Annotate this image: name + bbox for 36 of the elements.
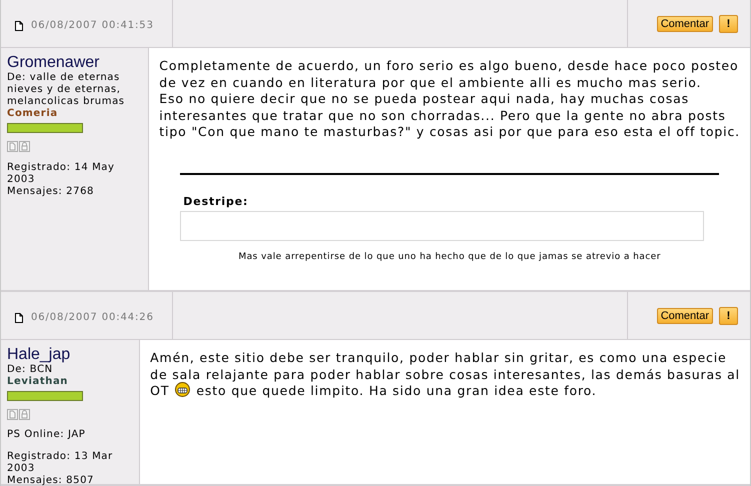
author-rank: Comeria	[7, 108, 59, 120]
author-info: PS Online: JAP	[7, 429, 86, 441]
report-button[interactable]: !	[719, 14, 738, 32]
report-button[interactable]: !	[719, 306, 738, 324]
author-name[interactable]: Gromenawer	[7, 54, 142, 72]
registration-date: Registrado: 14 May 2003	[7, 162, 116, 186]
post-date: 06/08/2007 00:44:26	[31, 312, 154, 323]
registration-date: Registrado: 13 Mar 2003	[7, 451, 114, 475]
author-rank: Leviathan	[7, 376, 70, 388]
profile-icon[interactable]	[7, 141, 18, 152]
message-text: esto que quede limpito. Ha sido una gran idea este foro.	[196, 383, 597, 400]
spoiler-box[interactable]	[180, 210, 704, 240]
message-count: Mensajes: 8507	[7, 475, 95, 486]
lock-icon[interactable]	[19, 409, 30, 420]
message-text: interesantes que tratar que no son chorradas... Pero que la gente no abra posts	[159, 108, 726, 124]
message-text: Amén, este sitio debe ser tranquilo, poder hablar sin gritar, es como una especie	[150, 350, 727, 366]
signature-text: Mas vale arrepentirse de lo que uno ha hecho que de lo que jamas se atrevio a hacer	[237, 250, 662, 262]
comment-button[interactable]: Comentar	[656, 16, 713, 32]
profile-icon[interactable]	[7, 409, 18, 420]
spoiler-label: Destripe:	[183, 194, 250, 208]
page-icon	[15, 312, 23, 322]
message-text: tipo "Con que mano te masturbas?" y cosas asi por que para eso esta el off topic.	[159, 124, 740, 140]
message-text: Completamente de acuerdo, un foro serio es algo bueno, desde hace poco posteo	[159, 58, 738, 74]
grinning-smiley-icon	[175, 382, 190, 397]
post-date: 06/08/2007 00:41:53	[31, 20, 154, 31]
message-text: de sala relajante para poder hablar sobre cosas interesantes, las demás basuras al	[150, 366, 740, 383]
author-name[interactable]: Hale_jap	[7, 346, 134, 364]
author-location: De: BCN	[7, 364, 54, 376]
comment-button[interactable]: Comentar	[656, 308, 713, 324]
page-icon	[15, 20, 23, 30]
message-text: OT	[150, 383, 170, 400]
author-location: De: valle de eternas nieves y de eternas, melancolicas brumas	[7, 72, 126, 108]
message-text: Eso no quiere decir que no se pueda postear aqui nada, hay muchas cosas	[159, 91, 689, 108]
message-count: Mensajes: 2768	[7, 186, 95, 198]
lock-icon[interactable]	[19, 141, 30, 152]
message-text: de vez en cuando en literatura por que el ambiente alli es mucho mas serio.	[159, 74, 702, 91]
